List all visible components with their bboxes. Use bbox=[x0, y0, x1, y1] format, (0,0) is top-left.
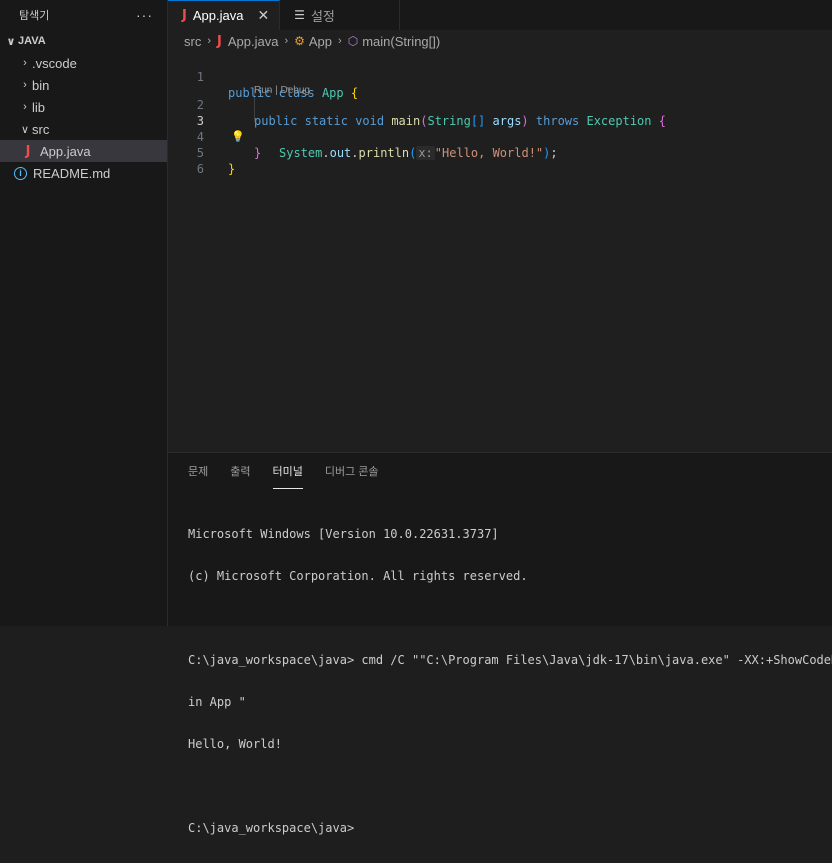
java-file-icon: J bbox=[217, 33, 222, 49]
tab-debug-console[interactable]: 디버그 콘솔 bbox=[325, 453, 379, 489]
explorer-title: 탐색기 bbox=[19, 10, 50, 22]
terminal-output[interactable]: Microsoft Windows [Version 10.0.22631.37… bbox=[188, 499, 832, 863]
workspace-title: JAVA bbox=[18, 35, 46, 47]
tab-label: App.java bbox=[192, 8, 244, 23]
codelens-row: Run | Debug bbox=[168, 67, 832, 96]
tab-terminal[interactable]: 터미널 bbox=[272, 453, 303, 489]
terminal-line: C:\java_workspace\java> cmd /C ""C:\Prog… bbox=[188, 653, 832, 667]
workspace-section[interactable]: ∨ JAVA bbox=[0, 30, 167, 52]
code-line-6: 6 bbox=[168, 145, 832, 176]
chevron-right-icon: › bbox=[338, 35, 342, 47]
breadcrumb: src › J App.java › ⚙ App › ⬡ main(String… bbox=[168, 30, 832, 52]
chevron-right-icon: › bbox=[23, 101, 27, 113]
tab-app-java[interactable]: J App.java ✕ bbox=[168, 0, 281, 30]
tree-item-lib[interactable]: › lib bbox=[0, 96, 167, 118]
breadcrumb-src[interactable]: src bbox=[184, 34, 201, 49]
terminal-prompt: C:\java_workspace\java> bbox=[188, 821, 355, 835]
tree-item-src[interactable]: ∨ src bbox=[0, 118, 167, 140]
tab-output[interactable]: 출력 bbox=[230, 453, 250, 489]
info-icon: i bbox=[14, 166, 27, 180]
settings-list-icon: ☰ bbox=[294, 8, 305, 22]
code-line-2: 2 public static void main(String[] args)… bbox=[168, 81, 832, 128]
chevron-right-icon: › bbox=[207, 35, 212, 47]
tree-item-label: src bbox=[32, 121, 50, 137]
tab-label: 설정 bbox=[310, 8, 335, 24]
chevron-down-icon: ∨ bbox=[20, 123, 30, 136]
explorer-sidebar: 탐색기 ··· ∨ JAVA › .vscode › bin › lib ∨ s… bbox=[0, 0, 168, 626]
code-editor[interactable]: 1 public class App { Run | Debug 2 publi… bbox=[168, 52, 832, 452]
explorer-header: 탐색기 ··· bbox=[0, 0, 167, 30]
code-line-4: 4 } bbox=[168, 113, 832, 160]
bottom-panel: 문제 출력 터미널 디버그 콘솔 Microsoft Windows [Vers… bbox=[168, 452, 832, 835]
chevron-right-icon: › bbox=[23, 79, 27, 91]
more-actions-icon[interactable]: ··· bbox=[136, 7, 153, 23]
editor-tab-bar: J App.java ✕ ☰ 설정 bbox=[168, 0, 832, 30]
terminal-line: (c) Microsoft Corporation. All rights re… bbox=[188, 569, 528, 583]
tree-item-bin[interactable]: › bin bbox=[0, 74, 167, 96]
chevron-right-icon: › bbox=[23, 57, 27, 69]
close-icon[interactable]: ✕ bbox=[257, 7, 269, 24]
tree-item-readme[interactable]: i README.md bbox=[0, 162, 167, 184]
tree-item-app-java[interactable]: J App.java bbox=[0, 140, 167, 162]
java-file-icon: J bbox=[25, 143, 31, 159]
tab-settings[interactable]: ☰ 설정 bbox=[280, 0, 401, 30]
code-line-5: 5 } bbox=[168, 129, 832, 176]
java-file-icon: J bbox=[182, 8, 187, 23]
breadcrumb-class[interactable]: App bbox=[309, 34, 332, 49]
breadcrumb-file[interactable]: App.java bbox=[228, 34, 279, 49]
tree-item-label: App.java bbox=[40, 143, 91, 159]
tree-item-label: bin bbox=[32, 77, 50, 93]
breadcrumb-method[interactable]: main(String[]) bbox=[362, 34, 440, 49]
chevron-down-icon: ∨ bbox=[6, 35, 16, 48]
line-number: 6 bbox=[196, 162, 204, 176]
terminal-line: Microsoft Windows [Version 10.0.22631.37… bbox=[188, 527, 499, 541]
code-line-3: 3 💡 System.out.println(x: "Hello, World!"… bbox=[168, 97, 832, 160]
method-cube-icon: ⬡ bbox=[347, 34, 359, 48]
chevron-right-icon: › bbox=[284, 35, 289, 47]
panel-tab-bar: 문제 출력 터미널 디버그 콘솔 bbox=[168, 453, 832, 489]
tab-problems[interactable]: 문제 bbox=[188, 453, 208, 489]
tree-item-vscode[interactable]: › .vscode bbox=[0, 52, 167, 74]
terminal-line: in App " bbox=[188, 695, 246, 709]
tree-item-label: README.md bbox=[33, 165, 111, 181]
class-icon: ⚙ bbox=[294, 34, 305, 48]
terminal-line: Hello, World! bbox=[188, 737, 282, 751]
tree-item-label: lib bbox=[32, 99, 46, 115]
tree-item-label: .vscode bbox=[32, 55, 77, 71]
